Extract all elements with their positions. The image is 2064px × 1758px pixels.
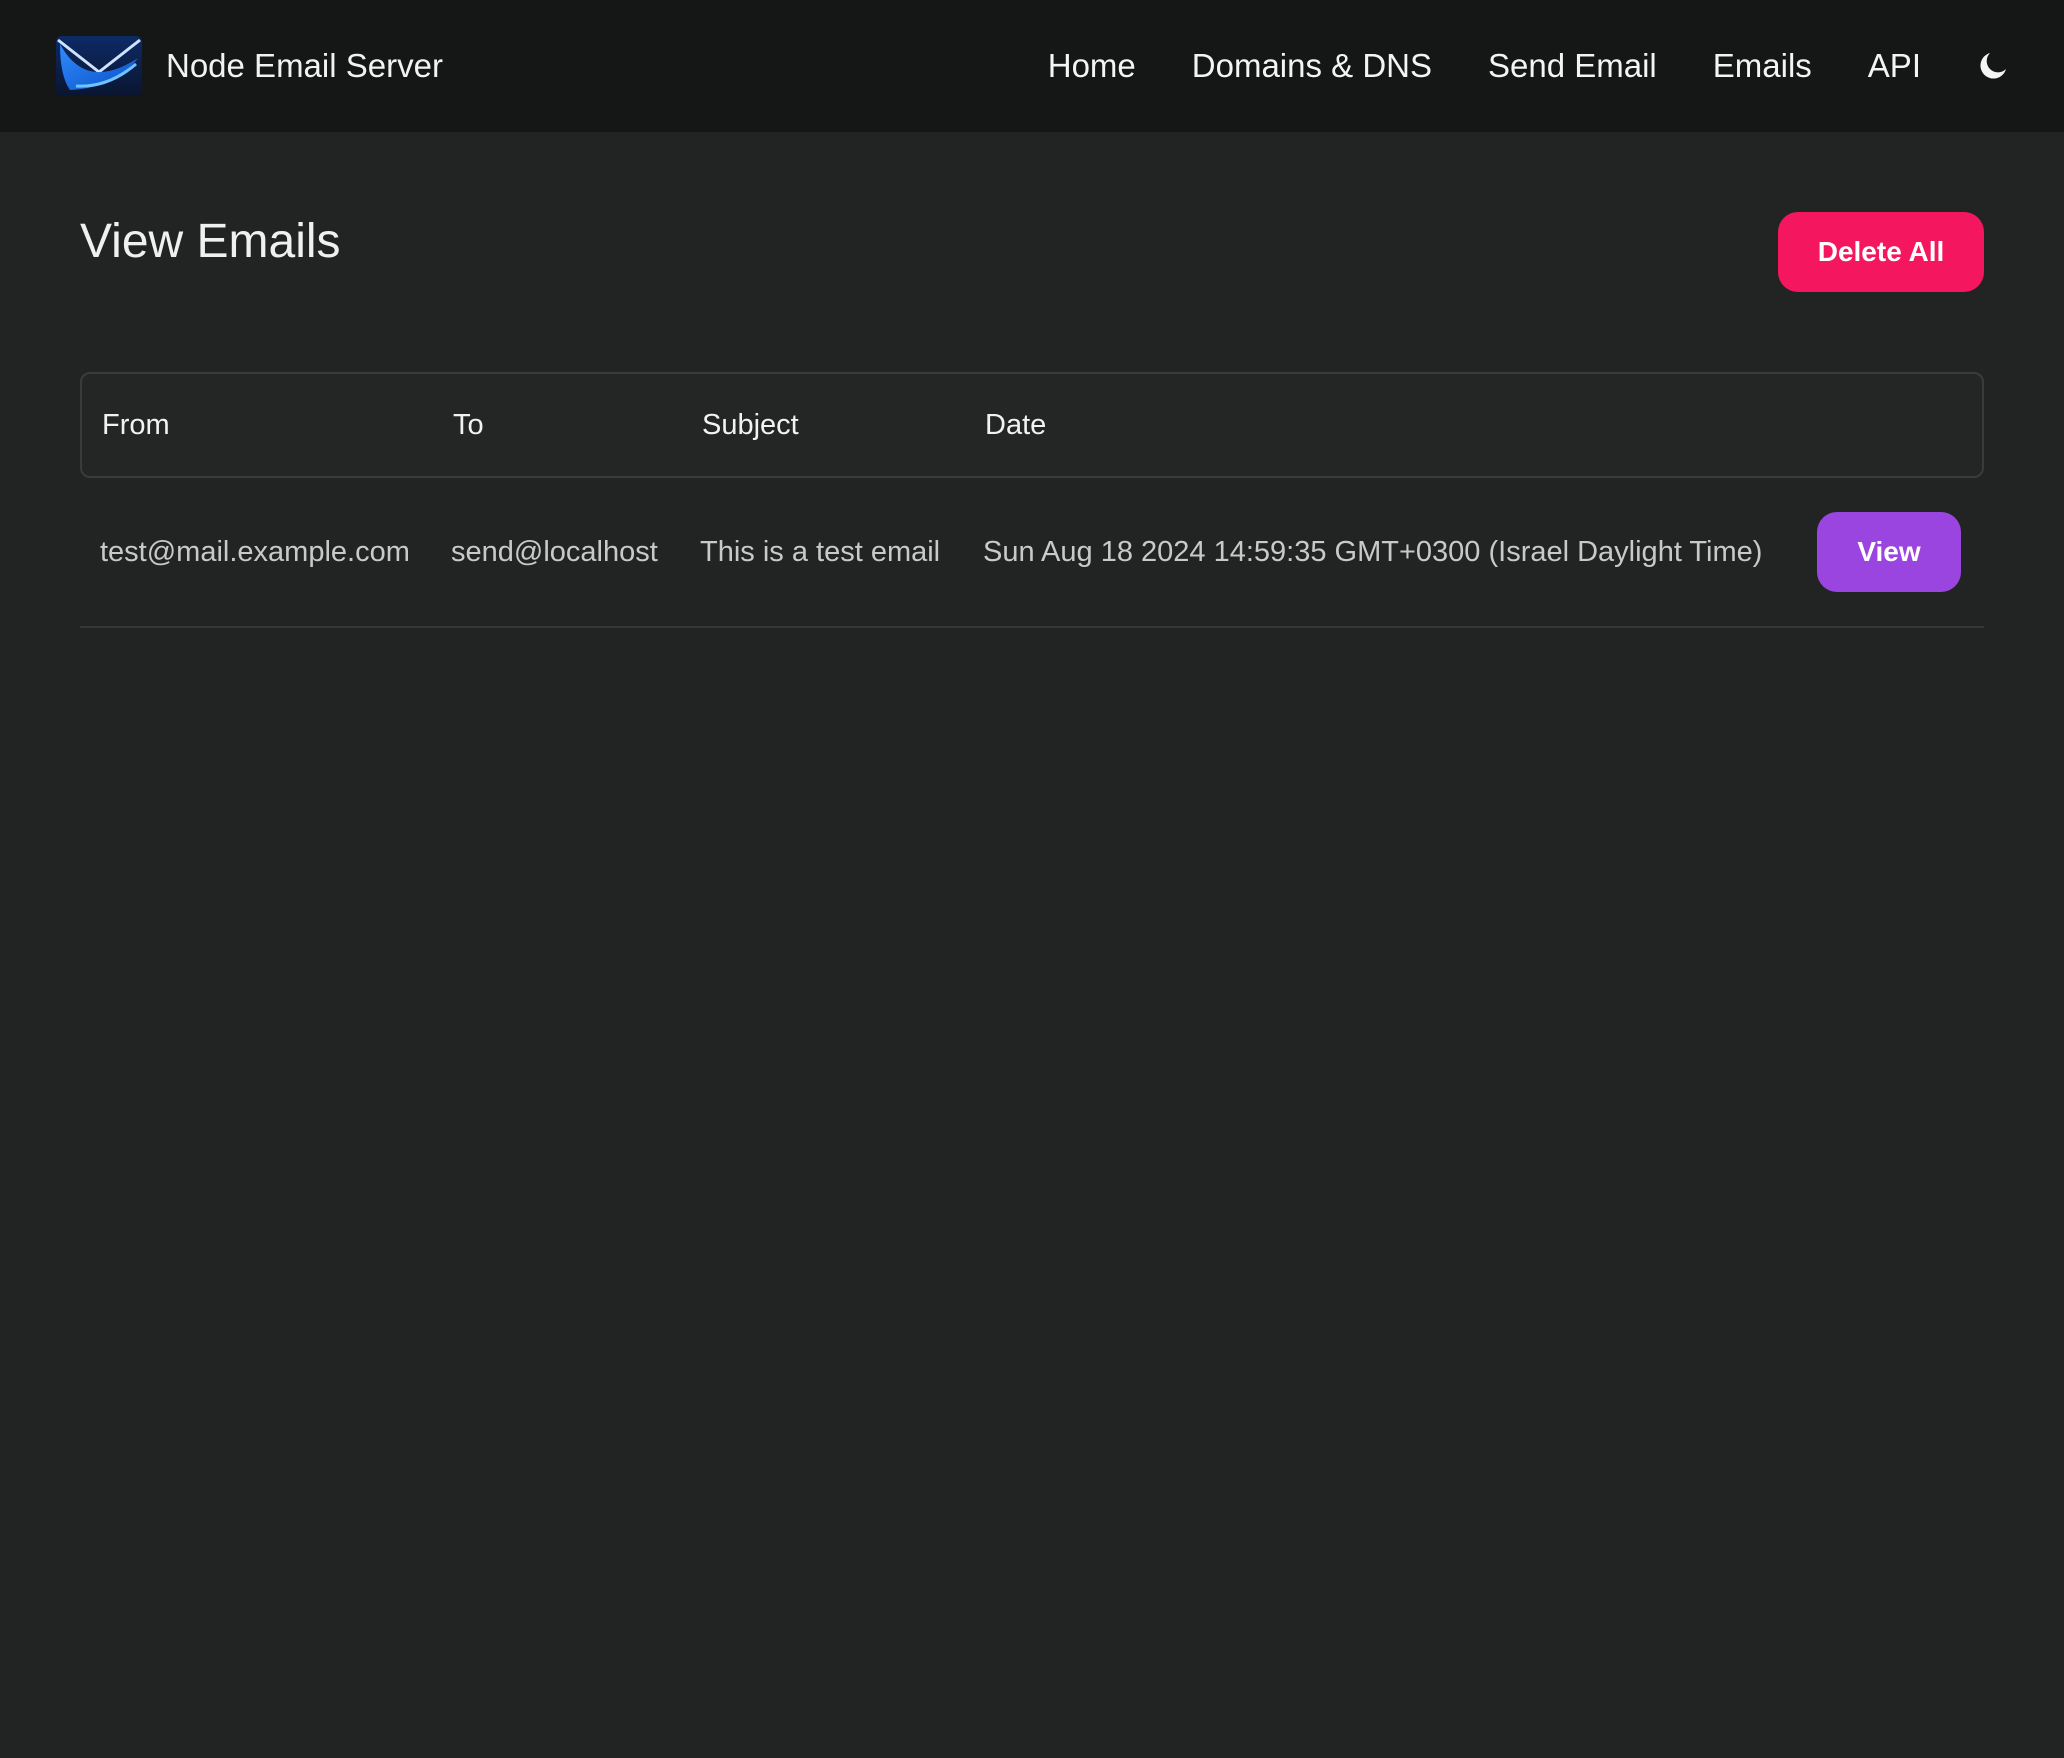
column-header-subject: Subject	[702, 409, 799, 441]
view-email-button[interactable]: View	[1817, 512, 1961, 592]
moon-icon[interactable]	[1977, 50, 2009, 82]
column-header-to: To	[453, 409, 484, 441]
nav-link-send-email[interactable]: Send Email	[1488, 47, 1657, 85]
nav-link-domains-dns[interactable]: Domains & DNS	[1192, 47, 1432, 85]
nav-link-api[interactable]: API	[1868, 47, 1921, 85]
envelope-logo-icon	[56, 36, 142, 96]
nav-link-home[interactable]: Home	[1048, 47, 1136, 85]
page-title: View Emails	[80, 215, 341, 268]
cell-to: send@localhost	[451, 536, 658, 568]
column-header-date: Date	[985, 409, 1047, 441]
table-header: From To Subject Date	[80, 372, 1984, 478]
cell-from: test@mail.example.com	[100, 536, 410, 568]
navbar: Node Email Server Home Domains & DNS Sen…	[0, 0, 2064, 132]
delete-all-button[interactable]: Delete All	[1778, 212, 1984, 292]
nav-links: Home Domains & DNS Send Email Emails API	[1048, 0, 2064, 132]
brand[interactable]: Node Email Server	[56, 36, 443, 96]
column-header-from: From	[102, 409, 170, 441]
cell-subject: This is a test email	[700, 536, 941, 568]
brand-name: Node Email Server	[166, 47, 443, 84]
cell-date: Sun Aug 18 2024 14:59:35 GMT+0300 (Israe…	[983, 536, 1763, 568]
table-row: test@mail.example.com send@localhost Thi…	[80, 478, 1984, 628]
nav-link-emails[interactable]: Emails	[1713, 47, 1812, 85]
